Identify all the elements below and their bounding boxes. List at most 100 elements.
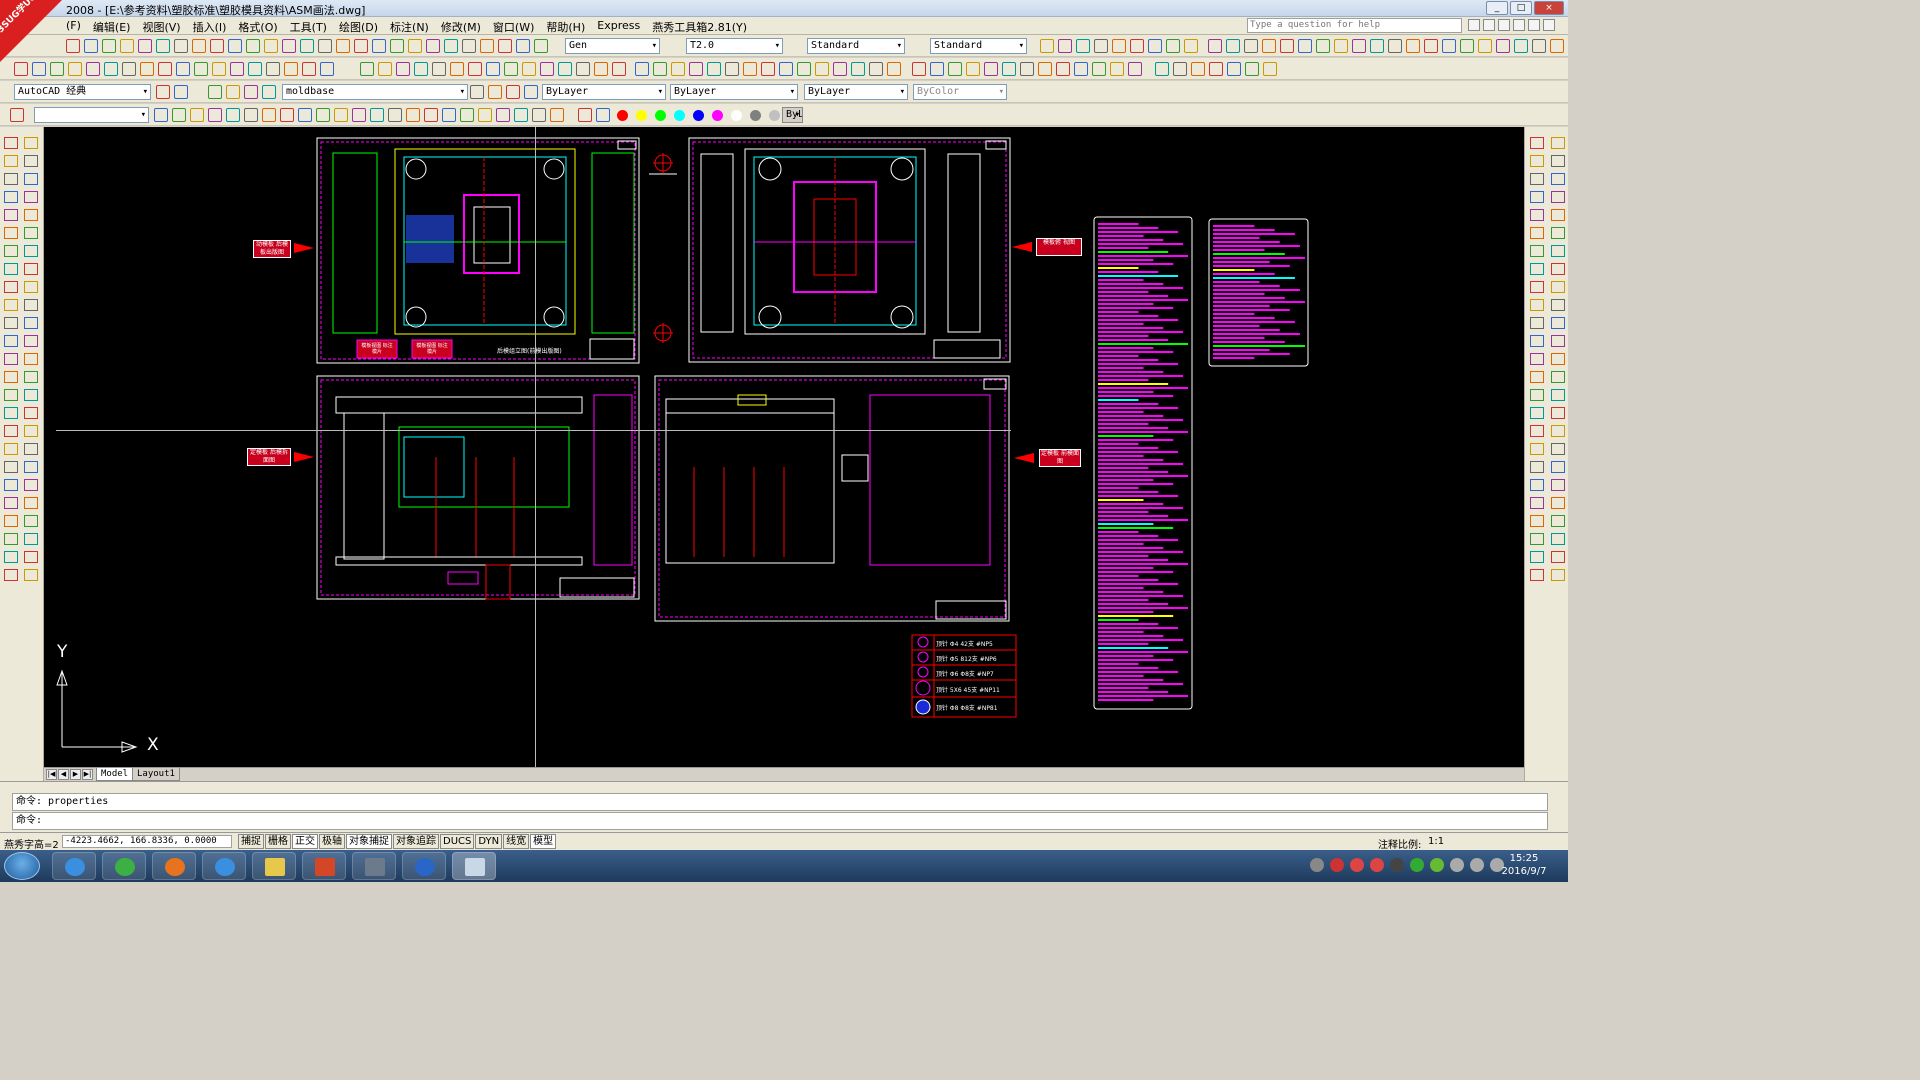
tool-icon[interactable]: [1530, 245, 1544, 257]
tool-icon[interactable]: [1530, 335, 1544, 347]
tool-icon[interactable]: [550, 108, 564, 122]
tool-icon[interactable]: [4, 209, 18, 221]
tool-icon[interactable]: [1262, 39, 1276, 53]
tool-icon[interactable]: [558, 62, 572, 76]
tool-icon[interactable]: [32, 62, 46, 76]
minimize-button[interactable]: _: [1486, 1, 1508, 15]
taskbar-ie[interactable]: [52, 852, 96, 880]
last-tab-icon[interactable]: ▶|: [82, 769, 93, 780]
tool-icon[interactable]: [1352, 39, 1366, 53]
tool-icon[interactable]: [10, 108, 24, 122]
tool-icon[interactable]: [851, 62, 865, 76]
tool-icon[interactable]: [1551, 533, 1565, 545]
tool-icon[interactable]: [1530, 353, 1544, 365]
tool-icon[interactable]: [1530, 155, 1544, 167]
tool-icon[interactable]: [226, 108, 240, 122]
tool-icon[interactable]: [24, 155, 38, 167]
tool-icon[interactable]: [24, 281, 38, 293]
tool-icon[interactable]: [524, 85, 538, 99]
tool-icon[interactable]: [1184, 39, 1198, 53]
tool-icon[interactable]: [671, 62, 685, 76]
tool-icon[interactable]: [930, 62, 944, 76]
menu-format[interactable]: 格式(O): [238, 19, 277, 35]
tool-icon[interactable]: [24, 245, 38, 257]
tool-icon[interactable]: [244, 108, 258, 122]
tool-icon[interactable]: [4, 299, 18, 311]
tool-icon[interactable]: [4, 317, 18, 329]
tool-icon[interactable]: [24, 209, 38, 221]
multileader-style-select[interactable]: Standard: [930, 38, 1027, 54]
tool-icon[interactable]: [1076, 39, 1090, 53]
first-tab-icon[interactable]: |◀: [46, 769, 57, 780]
tool-icon[interactable]: [174, 39, 188, 53]
tool-icon[interactable]: [725, 62, 739, 76]
tool-icon[interactable]: [24, 173, 38, 185]
taskbar-photo[interactable]: [352, 852, 396, 880]
tool-icon[interactable]: [1532, 39, 1546, 53]
tool-icon[interactable]: [912, 62, 926, 76]
tool-icon[interactable]: [298, 108, 312, 122]
lineweight-select[interactable]: ByLayer: [804, 84, 908, 100]
tool-icon[interactable]: [4, 515, 18, 527]
tool-icon[interactable]: [102, 39, 116, 53]
tool-icon[interactable]: [797, 62, 811, 76]
tool-icon[interactable]: [4, 425, 18, 437]
tool-icon[interactable]: [4, 533, 18, 545]
toggle-dyn[interactable]: DYN: [475, 834, 503, 849]
tool-icon[interactable]: [4, 461, 18, 473]
tool-icon[interactable]: [336, 39, 350, 53]
tool-icon[interactable]: [1530, 263, 1544, 275]
tool-icon[interactable]: [514, 108, 528, 122]
tool-icon[interactable]: [388, 108, 402, 122]
tool-icon[interactable]: [1551, 371, 1565, 383]
tool-icon[interactable]: [1040, 39, 1054, 53]
tool-icon[interactable]: [24, 425, 38, 437]
tool-icon[interactable]: [24, 191, 38, 203]
tool-icon[interactable]: [414, 62, 428, 76]
tool-icon[interactable]: [1148, 39, 1162, 53]
plotstyle-select[interactable]: ByColor: [913, 84, 1007, 100]
tool-icon[interactable]: [1551, 461, 1565, 473]
tool-icon[interactable]: [1460, 39, 1474, 53]
dim-style-select[interactable]: T2.0: [686, 38, 783, 54]
tool-icon[interactable]: [1316, 39, 1330, 53]
tool-icon[interactable]: [156, 39, 170, 53]
tool-icon[interactable]: [4, 281, 18, 293]
tool-icon[interactable]: [370, 108, 384, 122]
tool-icon[interactable]: [504, 62, 518, 76]
toggle-ortho[interactable]: 正交: [292, 834, 318, 849]
tool-icon[interactable]: [212, 62, 226, 76]
toggle-grid[interactable]: 栅格: [265, 834, 291, 849]
clock[interactable]: 15:25 2016/9/7: [1498, 852, 1550, 878]
tool-icon[interactable]: [352, 108, 366, 122]
tool-icon[interactable]: [372, 39, 386, 53]
tool-icon[interactable]: [122, 62, 136, 76]
doc-close-icon[interactable]: [1543, 19, 1555, 31]
color-swatch[interactable]: [693, 110, 704, 121]
menu-window[interactable]: 窗口(W): [493, 19, 534, 35]
color-swatch[interactable]: [750, 110, 761, 121]
security-icon[interactable]: [1430, 858, 1444, 872]
tool-icon[interactable]: [230, 62, 244, 76]
tool-icon[interactable]: [4, 551, 18, 563]
tool-icon[interactable]: [24, 479, 38, 491]
star-icon[interactable]: [1483, 19, 1495, 31]
tool-icon[interactable]: [1551, 263, 1565, 275]
tool-icon[interactable]: [1530, 371, 1544, 383]
annotation-scale-value[interactable]: 1:1: [1428, 836, 1444, 847]
tool-icon[interactable]: [262, 85, 276, 99]
tool-icon[interactable]: [406, 108, 420, 122]
tool-icon[interactable]: [138, 39, 152, 53]
pen-icon[interactable]: [1390, 858, 1404, 872]
tool-icon[interactable]: [1530, 551, 1544, 563]
tool-icon[interactable]: [354, 39, 368, 53]
tool-icon[interactable]: [516, 39, 530, 53]
tool-icon[interactable]: [154, 108, 168, 122]
tool-icon[interactable]: [24, 407, 38, 419]
tool-icon[interactable]: [280, 108, 294, 122]
command-input[interactable]: 命令:: [12, 812, 1548, 830]
tool-icon[interactable]: [1112, 39, 1126, 53]
tool-icon[interactable]: [190, 108, 204, 122]
tool-icon[interactable]: [480, 39, 494, 53]
tool-icon[interactable]: [1442, 39, 1456, 53]
